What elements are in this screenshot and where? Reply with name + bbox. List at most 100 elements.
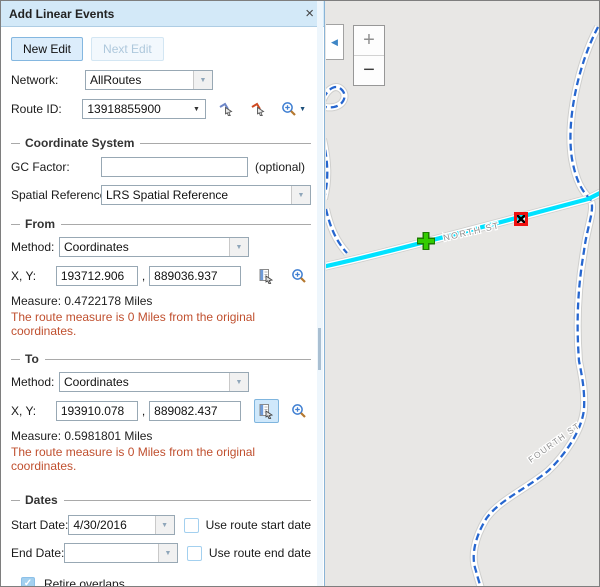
to-measure-text: Measure: 0.5981801 Miles xyxy=(11,429,311,443)
from-method-label: Method: xyxy=(11,240,59,254)
to-warning-text: The route measure is 0 Miles from the or… xyxy=(11,445,311,473)
use-route-end-date-label: Use route end date xyxy=(209,546,311,560)
select-route-red-button[interactable] xyxy=(245,97,270,121)
map-zoom-control: + − xyxy=(353,25,385,86)
retire-overlaps-label: Retire overlaps xyxy=(44,577,125,587)
chevron-down-icon: ▼ xyxy=(299,106,306,113)
collapse-arrow-icon: ◀ xyxy=(331,37,338,48)
zoom-in-button[interactable]: + xyxy=(354,26,384,55)
chevron-down-icon: ▼ xyxy=(229,238,248,256)
to-method-value: Coordinates xyxy=(60,373,229,391)
from-legend: From xyxy=(25,217,61,231)
dates-section-header: Dates xyxy=(11,493,311,507)
optional-hint: (optional) xyxy=(255,160,305,174)
dates-legend: Dates xyxy=(25,493,64,507)
chevron-down-icon: ▼ xyxy=(291,186,310,204)
collapse-panel-button[interactable]: ◀ xyxy=(326,24,344,60)
use-route-start-date-checkbox[interactable] xyxy=(184,518,199,533)
street-label: NORTH ST xyxy=(442,220,501,243)
route-id-row: Route ID: 13918855900 ▼ xyxy=(11,97,311,121)
gc-factor-row: GC Factor: (optional) xyxy=(11,157,311,177)
to-y-input[interactable] xyxy=(149,401,241,421)
to-xy-label: X, Y: xyxy=(11,404,56,418)
spatial-reference-value: LRS Spatial Reference xyxy=(102,186,291,204)
end-date-label: End Date: xyxy=(11,546,64,560)
close-icon[interactable]: × xyxy=(303,6,316,21)
from-pick-on-map-button[interactable] xyxy=(254,264,278,288)
from-x-input[interactable] xyxy=(56,266,138,286)
pick-from-map-icon xyxy=(258,268,274,284)
xy-separator: , xyxy=(138,269,149,283)
select-route-red-icon xyxy=(250,101,266,117)
panel-scrollbar[interactable] xyxy=(317,1,323,586)
from-method-select[interactable]: Coordinates ▼ xyxy=(59,237,249,257)
check-icon: ✓ xyxy=(24,578,32,587)
route-id-label: Route ID: xyxy=(11,102,82,116)
network-select[interactable]: AllRoutes ▼ xyxy=(85,70,213,90)
start-date-row: Start Date: 4/30/2016 ▼ Use route start … xyxy=(11,515,311,535)
end-date-value xyxy=(65,544,158,562)
from-method-row: Method: Coordinates ▼ xyxy=(11,237,311,257)
retire-overlaps-checkbox[interactable]: ✓ xyxy=(21,577,35,587)
from-y-input[interactable] xyxy=(149,266,241,286)
from-xy-label: X, Y: xyxy=(11,269,56,283)
from-xy-row: X, Y: , xyxy=(11,264,311,288)
road-casings xyxy=(326,27,600,586)
next-edit-button: Next Edit xyxy=(91,37,164,61)
coordinate-system-legend: Coordinate System xyxy=(25,136,140,150)
xy-separator: , xyxy=(138,404,149,418)
add-linear-events-panel: Add Linear Events × New Edit Next Edit N… xyxy=(1,1,325,586)
coordinate-system-section-header: Coordinate System xyxy=(11,136,311,150)
to-method-select[interactable]: Coordinates ▼ xyxy=(59,372,249,392)
to-xy-row: X, Y: , xyxy=(11,399,311,423)
new-edit-button[interactable]: New Edit xyxy=(11,37,83,61)
chevron-down-icon: ▼ xyxy=(193,71,212,89)
from-zoom-to-point-button[interactable] xyxy=(287,264,311,288)
to-pick-on-map-button[interactable] xyxy=(254,399,278,423)
to-legend: To xyxy=(25,352,45,366)
magnifier-plus-icon xyxy=(291,403,307,419)
start-date-label: Start Date: xyxy=(11,518,68,532)
route-id-combo[interactable]: 13918855900 ▼ xyxy=(82,99,206,119)
chevron-down-icon: ▼ xyxy=(188,106,205,113)
to-x-input[interactable] xyxy=(56,401,138,421)
from-method-value: Coordinates xyxy=(60,238,229,256)
magnifier-plus-icon xyxy=(291,268,307,284)
start-date-select[interactable]: 4/30/2016 ▼ xyxy=(68,515,174,535)
network-label: Network: xyxy=(11,73,85,87)
to-method-label: Method: xyxy=(11,375,59,389)
app-window: Add Linear Events × New Edit Next Edit N… xyxy=(0,0,600,587)
end-date-select[interactable]: ▼ xyxy=(64,543,178,563)
from-warning-text: The route measure is 0 Miles from the or… xyxy=(11,310,311,338)
map-canvas: NORTH ST FOURTH ST xyxy=(326,1,600,586)
chevron-down-icon: ▼ xyxy=(229,373,248,391)
edit-buttons-row: New Edit Next Edit xyxy=(11,37,311,61)
network-row: Network: AllRoutes ▼ xyxy=(11,70,311,90)
zoom-to-route-button[interactable]: ▼ xyxy=(276,97,311,121)
select-route-on-map-button[interactable] xyxy=(214,97,239,121)
panel-title: Add Linear Events xyxy=(9,7,303,21)
zoom-out-button[interactable]: − xyxy=(354,55,384,85)
chevron-down-icon: ▼ xyxy=(158,544,177,562)
from-measure-text: Measure: 0.4722178 Miles xyxy=(11,294,311,308)
map-view[interactable]: NORTH ST FOURTH ST ◀ + − xyxy=(326,1,600,586)
to-method-row: Method: Coordinates ▼ xyxy=(11,372,311,392)
use-route-start-date-label: Use route start date xyxy=(206,518,311,532)
network-value: AllRoutes xyxy=(86,71,193,89)
spatial-reference-select[interactable]: LRS Spatial Reference ▼ xyxy=(101,185,311,205)
gc-factor-label: GC Factor: xyxy=(11,160,101,174)
to-section-header: To xyxy=(11,352,311,366)
spatial-reference-row: Spatial Reference: LRS Spatial Reference… xyxy=(11,185,311,205)
to-zoom-to-point-button[interactable] xyxy=(287,399,311,423)
route-id-value: 13918855900 xyxy=(83,100,188,118)
chevron-down-icon: ▼ xyxy=(155,516,174,534)
use-route-end-date-checkbox[interactable] xyxy=(187,546,202,561)
route-dashed-lines xyxy=(326,27,598,586)
magnifier-plus-icon xyxy=(281,101,297,117)
start-date-value: 4/30/2016 xyxy=(69,516,154,534)
from-section-header: From xyxy=(11,217,311,231)
scrollbar-thumb[interactable] xyxy=(318,328,321,370)
gc-factor-input[interactable] xyxy=(101,157,248,177)
panel-header: Add Linear Events × xyxy=(1,1,324,27)
pick-from-map-icon xyxy=(258,403,274,419)
